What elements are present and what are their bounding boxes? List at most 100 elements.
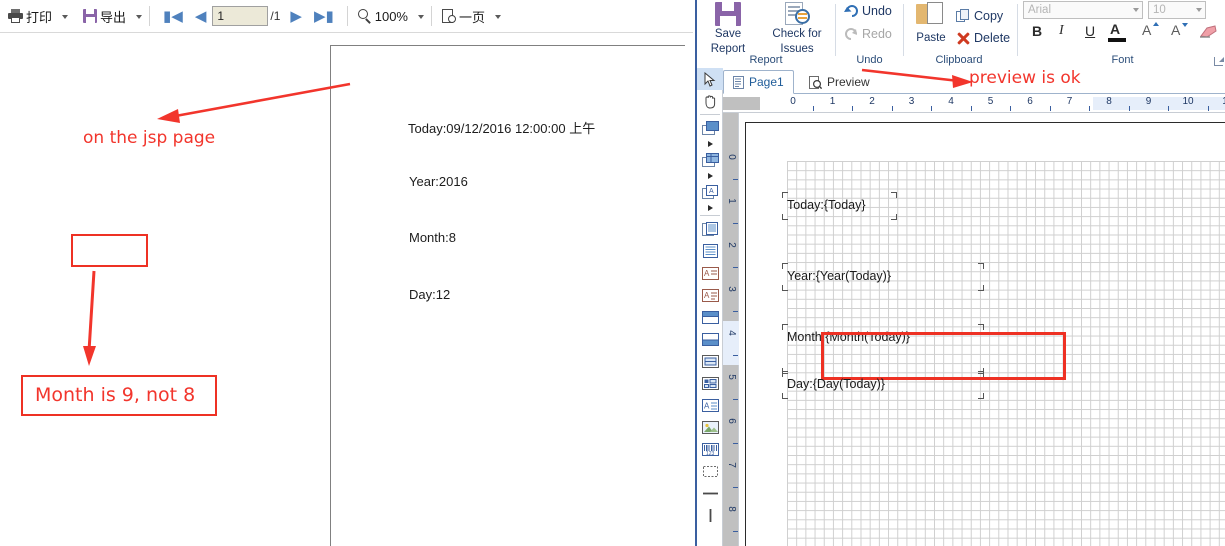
font-size-combo[interactable]: 10 xyxy=(1148,1,1206,19)
palette-panel-tool[interactable] xyxy=(697,306,723,328)
ribbon-group-font: Arial 10 B I U A A A Font xyxy=(1018,0,1225,68)
redo-button[interactable]: Redo xyxy=(844,24,892,44)
undo-button[interactable]: Undo xyxy=(844,1,892,21)
vruler-number: 3 xyxy=(726,286,737,292)
palette-band-expand-arrow-icon[interactable] xyxy=(697,139,723,149)
save-report-button[interactable]: Save Report xyxy=(697,2,759,55)
palette-label-tool[interactable]: A xyxy=(697,394,723,416)
bold-button[interactable]: B xyxy=(1032,23,1042,39)
palette-barcode-tool[interactable]: 123 xyxy=(697,438,723,460)
annotation-box-month-value xyxy=(71,234,148,267)
italic-button[interactable]: I xyxy=(1059,23,1064,39)
magnifier-icon xyxy=(357,9,372,24)
design-component-year[interactable]: Year:{Year(Today)} xyxy=(782,263,984,291)
vruler-minor-tick xyxy=(733,311,738,312)
vruler-minor-tick xyxy=(733,443,738,444)
page-header-icon xyxy=(701,221,718,236)
palette-shape-rect-tool[interactable] xyxy=(697,460,723,482)
shrink-font-button[interactable]: A xyxy=(1171,22,1188,38)
horizontal-ruler[interactable]: 01234567891011 xyxy=(723,95,1225,113)
palette-band-tool[interactable] xyxy=(697,117,723,139)
design-component-today[interactable]: Today:{Today} xyxy=(782,192,897,220)
viewer-document-area[interactable]: Today:09/12/2016 12:00:00 上午 Year:2016 M… xyxy=(0,33,693,546)
vertical-ruler[interactable]: 0123456789 xyxy=(723,113,739,546)
toolbar-separator-3 xyxy=(430,6,432,26)
design-canvas-area[interactable]: Today:{Today} Year:{Year(Today)} Month:{… xyxy=(739,113,1225,546)
hruler-minor-tick xyxy=(891,106,893,111)
first-page-button[interactable]: ▮◀ xyxy=(157,9,189,24)
grow-font-button[interactable]: A xyxy=(1142,22,1159,38)
clear-formatting-button[interactable] xyxy=(1198,24,1218,44)
delete-label: Delete xyxy=(974,31,1011,45)
shrink-font-down-arrow-icon xyxy=(1182,23,1188,27)
design-field-year-text: Year:{Year(Today)} xyxy=(787,269,892,283)
palette-pointer-tool[interactable] xyxy=(697,68,723,90)
palette-hand-tool[interactable] xyxy=(697,90,723,112)
export-button[interactable]: 导出 xyxy=(80,3,129,29)
vruler-number: 1 xyxy=(726,198,737,204)
print-button[interactable]: 打印 xyxy=(5,3,55,29)
delete-button[interactable]: Delete xyxy=(956,28,1010,48)
italic-label: I xyxy=(1059,23,1064,38)
underline-button[interactable]: U xyxy=(1085,23,1095,39)
copy-label: Copy xyxy=(974,9,1004,23)
hruler-number: 5 xyxy=(987,96,994,107)
print-dropdown-caret-icon[interactable] xyxy=(62,15,69,19)
paste-button[interactable]: Paste xyxy=(908,2,954,45)
annotation-jsp-note-text: on the jsp page xyxy=(83,128,216,148)
palette-image-tool[interactable] xyxy=(697,416,723,438)
palette-rich-text-tool[interactable]: A xyxy=(697,284,723,306)
palette-text-box-tool[interactable]: A xyxy=(697,262,723,284)
palette-page-footer-tool[interactable] xyxy=(697,240,723,262)
barcode-icon: 123 xyxy=(701,442,719,457)
palette-data-band-expand-arrow-icon[interactable] xyxy=(697,171,723,181)
next-page-button[interactable]: ▶ xyxy=(284,9,308,24)
page-number-input[interactable] xyxy=(212,6,269,26)
vruler-number: 6 xyxy=(726,418,737,424)
copy-icon xyxy=(956,9,970,23)
toolbar-separator-1 xyxy=(149,6,151,26)
page-fit-button[interactable]: 一页 xyxy=(439,3,488,29)
page-fit-caret-icon[interactable] xyxy=(495,15,501,19)
export-dropdown-caret-icon[interactable] xyxy=(136,15,143,19)
design-component-day[interactable]: Day:{Day(Today)} xyxy=(782,371,984,399)
save-icon xyxy=(715,2,741,26)
palette-horizontal-line-tool[interactable] xyxy=(697,482,723,504)
hruler-number: 4 xyxy=(948,96,954,107)
band-icon xyxy=(701,120,719,135)
tab-preview[interactable]: Preview xyxy=(800,70,879,94)
font-family-combo[interactable]: Arial xyxy=(1023,1,1143,19)
font-color-button[interactable]: A xyxy=(1108,21,1126,42)
tab-page1[interactable]: Page1 xyxy=(723,70,794,94)
font-color-swatch xyxy=(1108,38,1126,42)
palette-table-tool[interactable] xyxy=(697,350,723,372)
check-for-issues-button[interactable]: Check for Issues xyxy=(759,2,835,55)
previous-page-button[interactable]: ◀ xyxy=(189,9,213,24)
vruler-minor-tick xyxy=(733,531,738,532)
font-family-caret-icon[interactable] xyxy=(1133,8,1139,12)
palette-data-band-tool[interactable] xyxy=(697,149,723,171)
font-size-caret-icon[interactable] xyxy=(1196,8,1202,12)
svg-text:A: A xyxy=(704,269,710,278)
design-report-page[interactable]: Today:{Today} Year:{Year(Today)} Month:{… xyxy=(745,122,1225,546)
palette-vertical-line-tool[interactable] xyxy=(697,504,723,526)
palette-cross-tab-tool[interactable] xyxy=(697,372,723,394)
last-page-button[interactable]: ▶▮ xyxy=(308,9,340,24)
palette-header-band-tool[interactable] xyxy=(697,328,723,350)
designer-ribbon: Save Report Check for Issues Report Undo… xyxy=(697,0,1225,68)
palette-page-header-tool[interactable] xyxy=(697,218,723,240)
palette-group-band-tool[interactable]: A xyxy=(697,181,723,203)
copy-button[interactable]: Copy xyxy=(956,6,1003,26)
svg-text:A: A xyxy=(709,188,714,195)
group-band-icon: A xyxy=(701,184,718,199)
hruler-minor-tick xyxy=(1128,106,1130,111)
hruler-number: 9 xyxy=(1145,96,1152,107)
label-icon: A xyxy=(701,398,719,412)
delete-x-icon xyxy=(956,31,970,45)
zoom-button[interactable]: 100% xyxy=(355,3,411,29)
designer-tabstrip: Page1 Preview preview is ok xyxy=(697,68,1225,94)
palette-group-band-expand-arrow-icon[interactable] xyxy=(697,203,723,213)
font-dialog-launcher-icon[interactable] xyxy=(1214,57,1224,66)
cross-tab-icon xyxy=(701,376,719,390)
zoom-dropdown-caret-icon[interactable] xyxy=(417,15,424,19)
